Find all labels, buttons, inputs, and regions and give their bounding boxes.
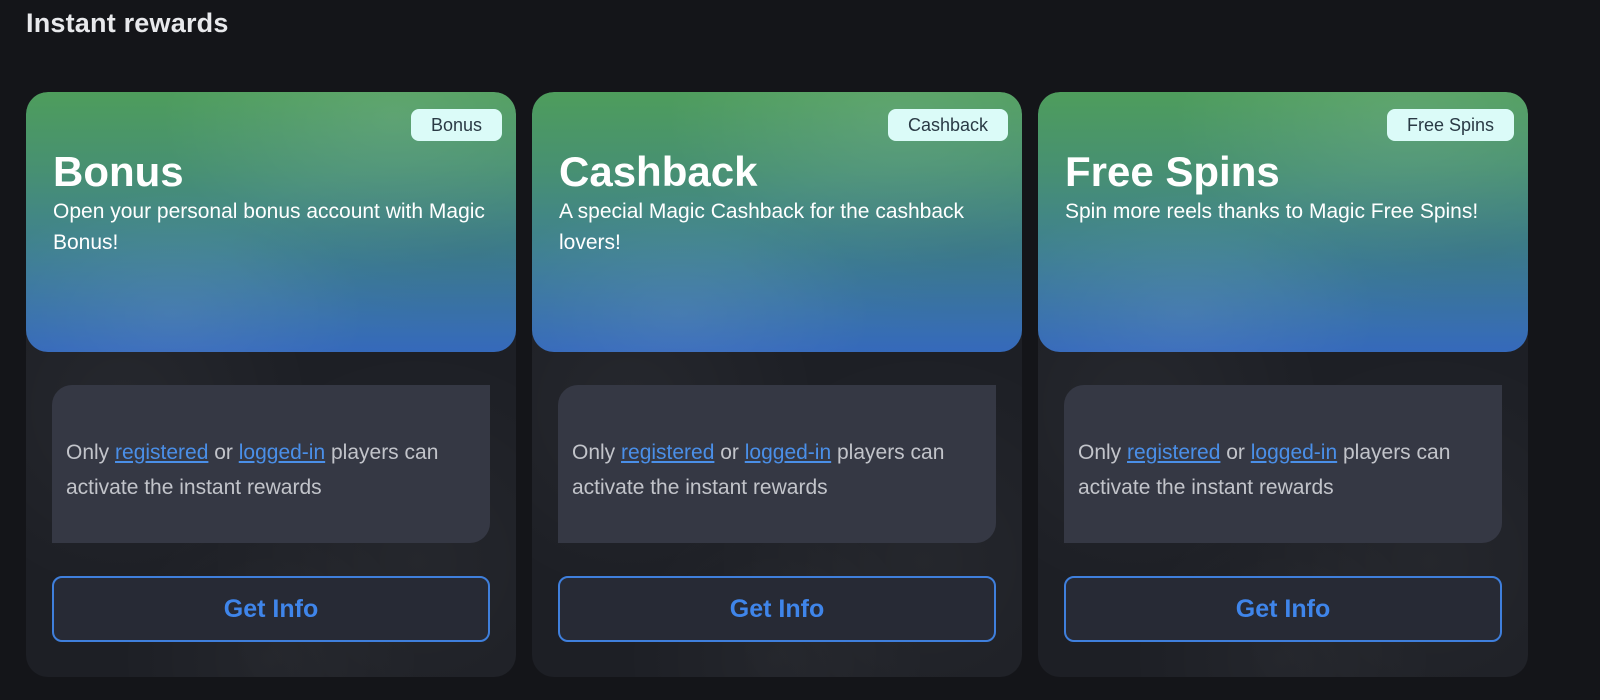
card-title: Bonus [53, 148, 184, 195]
card-title: Free Spins [1065, 148, 1280, 195]
card-description: A special Magic Cashback for the cashbac… [559, 200, 965, 254]
card-description: Spin more reels thanks to Magic Free Spi… [1065, 200, 1479, 223]
card-badge: Bonus [410, 109, 502, 141]
login-notice: Only registered or logged-in players can… [558, 385, 996, 543]
card-title: Cashback [559, 148, 758, 195]
instant-rewards-page: Instant rewards Bonus Bonus Open your pe… [0, 0, 1600, 700]
logged-in-link[interactable]: logged-in [1251, 441, 1337, 464]
notice-prefix: Only [66, 441, 116, 464]
reward-card-cashback: Cashback Cashback A special Magic Cashba… [532, 92, 1022, 677]
notice-middle: or [714, 441, 745, 464]
card-hero: Cashback Cashback A special Magic Cashba… [532, 92, 1022, 352]
get-info-button[interactable]: Get Info [1064, 576, 1502, 642]
login-notice: Only registered or logged-in players can… [1064, 385, 1502, 543]
notice-prefix: Only [572, 441, 622, 464]
section-title: Instant rewards [26, 8, 229, 38]
get-info-button[interactable]: Get Info [558, 576, 996, 642]
card-badge: Free Spins [1386, 109, 1514, 141]
get-info-button[interactable]: Get Info [52, 576, 490, 642]
reward-card-bonus: Bonus Bonus Open your personal bonus acc… [26, 92, 516, 677]
logged-in-link[interactable]: logged-in [745, 441, 831, 464]
registered-link[interactable]: registered [115, 441, 208, 464]
notice-middle: or [208, 441, 239, 464]
card-hero: Bonus Bonus Open your personal bonus acc… [26, 92, 516, 352]
reward-card-free-spins: Free Spins Free Spins Spin more reels th… [1038, 92, 1528, 677]
card-hero: Free Spins Free Spins Spin more reels th… [1038, 92, 1528, 352]
registered-link[interactable]: registered [1127, 441, 1220, 464]
registered-link[interactable]: registered [621, 441, 714, 464]
card-description: Open your personal bonus account with Ma… [53, 200, 485, 254]
notice-middle: or [1220, 441, 1251, 464]
card-badge: Cashback [887, 109, 1008, 141]
notice-prefix: Only [1078, 441, 1128, 464]
logged-in-link[interactable]: logged-in [239, 441, 325, 464]
login-notice: Only registered or logged-in players can… [52, 385, 490, 543]
